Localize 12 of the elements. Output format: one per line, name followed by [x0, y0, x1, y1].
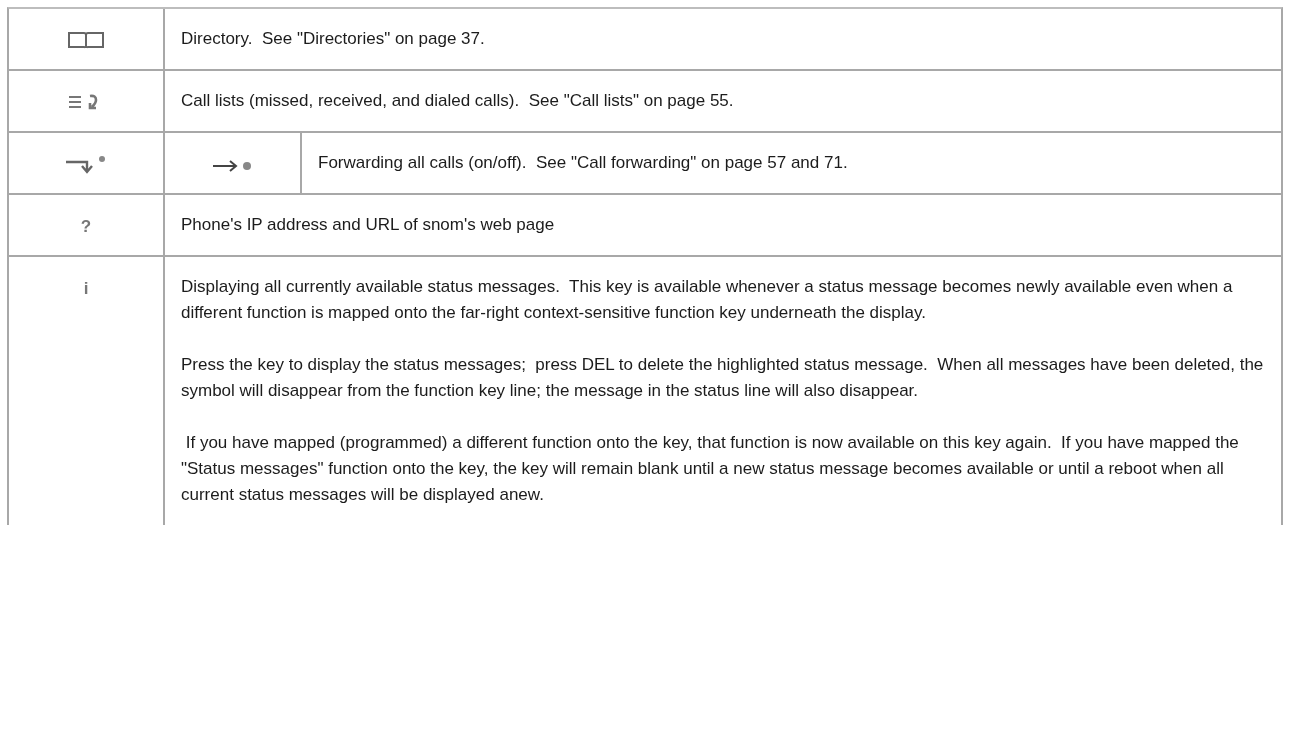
forward-arrow-icon — [65, 155, 107, 175]
symbol-icon: ? — [80, 217, 92, 255]
book-icon — [67, 31, 105, 49]
description-text: Phone's IP address and URL of snom's web page — [181, 214, 556, 236]
description-text: Directory. See "Directories" on page 37. — [181, 28, 486, 50]
description-text: If you have mapped (programmed) a different function onto the key, that function is now available on this key again. If you have mapped the "Status messages" function onto the key, the key will remain blank until a new status message becomes available or until a reboot when all current status messages will be displayed anew. — [181, 432, 1240, 506]
description-text: Call lists (missed, received, and dialed calls). See "Call lists" on page 55. — [181, 90, 735, 112]
description-text: Press the key to display the status messages; press DEL to delete the highlighted status message. When all messages have been deleted, the symbol will disappear from the function key line; the message in the status line will also disappear. — [181, 354, 1265, 402]
symbol-icon: i — [83, 279, 89, 525]
arrow-dot-icon — [211, 159, 254, 173]
description-text: Displaying all currently available status messages. This key is available whenever a status message becomes newly available even when a different function is mapped onto the far-right context-sensitive function key underneath the display. — [181, 276, 1234, 324]
description-text: Forwarding all calls (on/off). See "Call forwarding" on page 57 and 71. — [318, 152, 849, 174]
